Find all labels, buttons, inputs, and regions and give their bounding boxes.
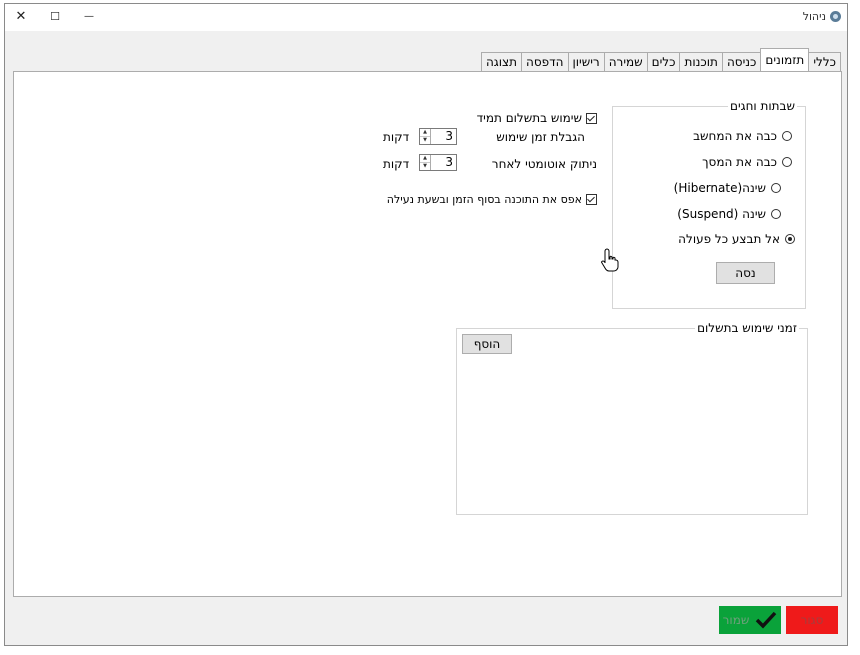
- tab-schedules[interactable]: תזמונים: [760, 48, 810, 71]
- tab-printing[interactable]: הדפסה: [521, 52, 569, 71]
- holiday-option-label: שינה(Hibernate): [673, 181, 766, 195]
- spin-up-icon[interactable]: ▲: [420, 129, 430, 137]
- time-limit-label: הגבלת זמן שימוש: [496, 130, 585, 144]
- always-use-row[interactable]: שימוש בתשלום תמיד: [477, 111, 597, 125]
- paid-times-group-title: זמני שימוש בתשלום: [695, 321, 799, 335]
- holiday-option-label: אל תבצע כל פעולה: [678, 232, 780, 246]
- radio-icon[interactable]: [771, 209, 781, 219]
- radio-icon[interactable]: [785, 234, 795, 244]
- tab-general[interactable]: כללי: [808, 52, 841, 71]
- schedules-panel: שימוש בתשלום תמיד הגבלת זמן שימוש ▲ ▼ 3 ד…: [13, 71, 842, 597]
- reset-row[interactable]: אפס את התוכנה בסוף הזמן ובשעת נעילה: [387, 193, 597, 206]
- auto-disconnect-unit: דקות: [383, 157, 410, 171]
- time-limit-unit: דקות: [383, 130, 410, 144]
- holiday-option-hibernate[interactable]: שינה(Hibernate): [674, 181, 781, 195]
- radio-icon[interactable]: [782, 157, 792, 167]
- add-button[interactable]: הוסף: [462, 334, 512, 354]
- holiday-option-none[interactable]: אל תבצע כל פעולה: [678, 232, 795, 246]
- holiday-option-label: שינה (Suspend): [677, 207, 766, 221]
- always-use-label: שימוש בתשלום תמיד: [476, 111, 582, 125]
- spin-down-icon[interactable]: ▼: [420, 163, 430, 170]
- time-limit-spinner[interactable]: ▲ ▼ 3: [419, 128, 457, 145]
- window-title-area: ניהול: [803, 10, 841, 23]
- minimize-button[interactable]: —: [79, 8, 99, 26]
- tab-saving[interactable]: שמירה: [603, 52, 648, 71]
- hand-cursor-icon: [601, 248, 619, 272]
- tab-tools[interactable]: כלים: [646, 52, 681, 71]
- radio-icon[interactable]: [771, 183, 781, 193]
- holiday-option-label: כבה את המחשב: [693, 129, 777, 143]
- holiday-option-screen-off[interactable]: כבה את המסך: [702, 155, 792, 169]
- tab-programs[interactable]: תוכנות: [679, 52, 723, 71]
- app-gear-icon: [830, 11, 841, 22]
- check-icon: [756, 611, 777, 629]
- auto-disconnect-label: ניתוק אוטומטי לאחר: [491, 157, 597, 171]
- holidays-group-title: שבתות וחגים: [728, 99, 797, 113]
- auto-disconnect-value[interactable]: 3: [431, 155, 456, 170]
- close-window-button[interactable]: ✕: [11, 8, 31, 26]
- paid-times-groupbox: זמני שימוש בתשלום הוסף: [456, 321, 808, 515]
- holiday-option-label: כבה את המסך: [702, 155, 777, 169]
- holidays-groupbox: שבתות וחגים כבה את המחשב כבה את המסך שינ…: [612, 99, 806, 309]
- tab-login[interactable]: כניסה: [721, 52, 762, 71]
- reset-checkbox[interactable]: [586, 194, 597, 205]
- auto-disconnect-spinner[interactable]: ▲ ▼ 3: [419, 154, 457, 171]
- title-bar: ✕ ☐ — ניהול: [5, 4, 847, 31]
- holiday-option-shutdown[interactable]: כבה את המחשב: [693, 129, 792, 143]
- app-window: ✕ ☐ — ניהול כללי תזמונים כניסה תוכנות כל…: [4, 3, 848, 646]
- spin-down-icon[interactable]: ▼: [420, 137, 430, 144]
- tab-strip: כללי תזמונים כניסה תוכנות כלים שמירה ריש…: [480, 48, 841, 71]
- tab-license[interactable]: רישיון: [567, 52, 605, 71]
- maximize-button[interactable]: ☐: [45, 8, 65, 26]
- holiday-option-suspend[interactable]: שינה (Suspend): [677, 207, 781, 221]
- reset-label: אפס את התוכנה בסוף הזמן ובשעת נעילה: [386, 193, 582, 206]
- window-title: ניהול: [802, 10, 826, 23]
- spin-up-icon[interactable]: ▲: [420, 155, 430, 163]
- time-limit-value[interactable]: 3: [431, 129, 456, 144]
- test-button[interactable]: נסה: [716, 262, 775, 284]
- save-label: שמור: [722, 613, 750, 627]
- close-button[interactable]: סגור: [786, 606, 838, 634]
- tab-display[interactable]: תצוגה: [480, 52, 522, 71]
- radio-icon[interactable]: [782, 131, 792, 141]
- always-use-checkbox[interactable]: [586, 112, 597, 124]
- save-button[interactable]: שמור: [719, 606, 781, 634]
